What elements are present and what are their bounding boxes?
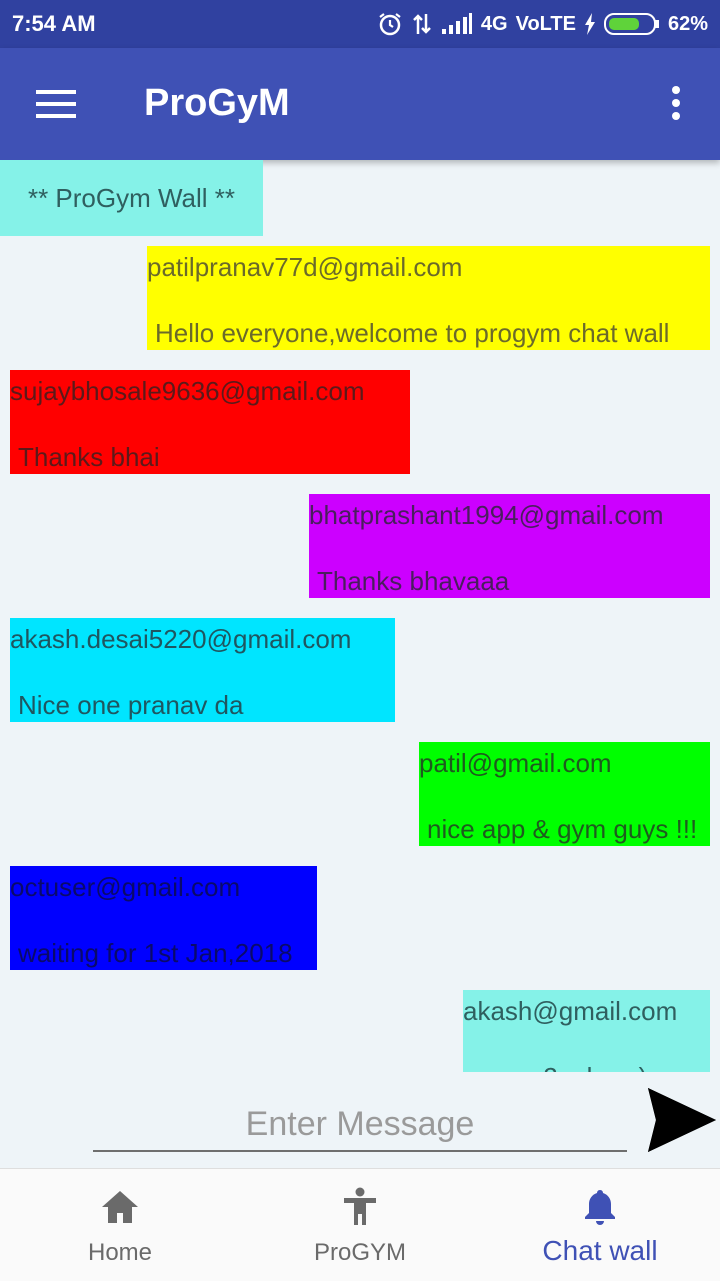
- menu-icon[interactable]: [36, 90, 76, 120]
- message-text: Thanks bhavaaa: [317, 566, 510, 596]
- nav-home[interactable]: Home: [0, 1169, 240, 1281]
- volte-label: VoLTE: [515, 12, 576, 35]
- message-sender: patil@gmail.com: [419, 748, 612, 778]
- message-sender: sujaybhosale9636@gmail.com: [10, 376, 365, 406]
- app-title: ProGyM: [144, 82, 290, 124]
- message-sender: akash@gmail.com: [463, 996, 678, 1026]
- message-text: aama 2 u bro :): [471, 1062, 647, 1072]
- nav-chat-wall[interactable]: Chat wall: [480, 1169, 720, 1281]
- status-bar: 7:54 AM 4G VoLTE 62%: [0, 0, 720, 48]
- nav-chat-wall-label: Chat wall: [542, 1235, 658, 1266]
- bell-icon: [580, 1187, 620, 1227]
- nav-progym-label: ProGYM: [313, 1239, 406, 1266]
- message-item: patil@gmail.com nice app & gym guys !!!: [419, 742, 710, 846]
- message-item: bhatprashant1994@gmail.com Thanks bhavaa…: [309, 494, 710, 598]
- network-type: 4G: [480, 12, 508, 35]
- message-item: akash@gmail.com aama 2 u bro :): [463, 990, 710, 1072]
- message-list[interactable]: patilpranav77d@gmail.com Hello everyone,…: [0, 236, 720, 1072]
- message-text: Hello everyone,welcome to progym chat wa…: [155, 318, 670, 348]
- message-sender: patilpranav77d@gmail.com: [147, 252, 463, 282]
- alarm-icon: [377, 11, 403, 37]
- message-composer: Enter Message: [0, 1072, 720, 1168]
- message-item: akash.desai5220@gmail.com Nice one prana…: [10, 618, 395, 722]
- message-input[interactable]: Enter Message: [93, 1102, 627, 1152]
- nav-progym[interactable]: ProGYM: [240, 1169, 480, 1281]
- status-icons: 4G VoLTE 62%: [377, 10, 708, 38]
- person-icon: [340, 1187, 380, 1227]
- message-item: octuser@gmail.com waiting for 1st Jan,20…: [10, 866, 317, 970]
- bottom-navigation: Home ProGYM Chat wall: [0, 1168, 720, 1281]
- message-text: Thanks bhai: [18, 442, 160, 472]
- send-icon[interactable]: [646, 1084, 718, 1156]
- message-text: waiting for 1st Jan,2018: [18, 938, 293, 968]
- wall-banner: ** ProGym Wall **: [0, 160, 263, 236]
- home-icon: [100, 1187, 140, 1227]
- battery-icon: [603, 12, 660, 36]
- message-text: nice app & gym guys !!!: [427, 814, 698, 844]
- message-item: sujaybhosale9636@gmail.com Thanks bhai: [10, 370, 410, 474]
- message-sender: octuser@gmail.com: [10, 872, 241, 902]
- message-sender: akash.desai5220@gmail.com: [10, 624, 352, 654]
- nav-home-label: Home: [87, 1239, 153, 1266]
- more-options-icon[interactable]: [672, 86, 682, 122]
- message-text: Nice one pranav da: [18, 690, 244, 720]
- charging-icon: [584, 13, 596, 35]
- battery-percent: 62%: [667, 12, 708, 35]
- signal-icon: [441, 13, 473, 35]
- status-time: 7:54 AM: [12, 11, 96, 36]
- message-item: patilpranav77d@gmail.com Hello everyone,…: [147, 246, 710, 350]
- data-transfer-icon: [411, 12, 433, 36]
- message-sender: bhatprashant1994@gmail.com: [309, 500, 664, 530]
- app-bar: ProGyM: [0, 48, 720, 160]
